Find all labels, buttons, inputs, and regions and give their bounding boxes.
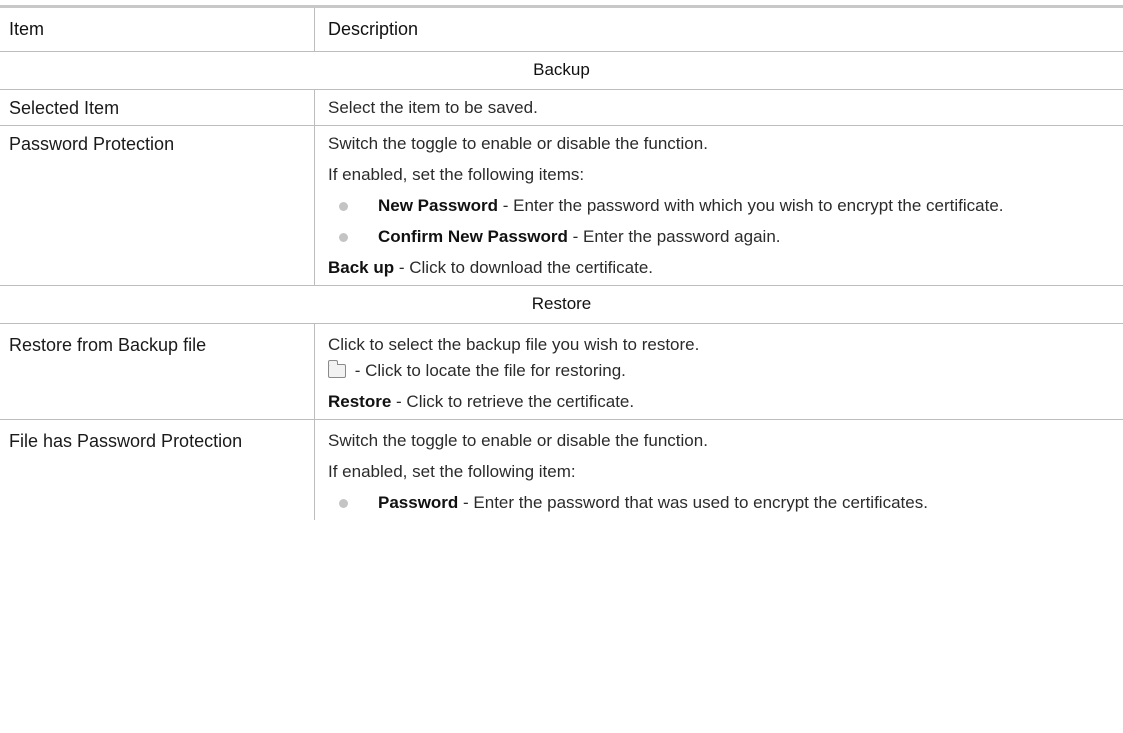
description-line: Back up - Click to download the certific… [328, 256, 1110, 280]
item-name: Selected Item [0, 90, 315, 125]
table-header-row: Item Description [0, 8, 1123, 52]
term-description: - Click to download the certificate. [394, 258, 654, 277]
item-description: Select the item to be saved. [315, 90, 1123, 125]
header-item: Item [0, 8, 315, 51]
bullet-icon [328, 194, 378, 218]
term-description: - Click to retrieve the certificate. [391, 392, 635, 411]
header-description: Description [328, 19, 419, 39]
term: Back up [328, 258, 395, 277]
term: Password [378, 493, 459, 512]
term: Confirm New Password [378, 227, 568, 246]
bullet-icon [328, 225, 378, 249]
description-line: - Click to locate the file for restoring… [327, 359, 1110, 383]
item-description: Click to select the backup file you wish… [315, 324, 1123, 419]
folder-icon [327, 360, 346, 378]
term-description: - Enter the password that was used to en… [458, 493, 928, 512]
description-line: Click to select the backup file you wish… [328, 335, 700, 354]
term-description: - Enter the password again. [567, 227, 781, 246]
item-name: Password Protection [0, 126, 315, 285]
term-description: - Click to locate the file for restoring… [350, 361, 626, 380]
term-description: - Enter the password with which you wish… [498, 196, 1004, 215]
item-description: Switch the toggle to enable or disable t… [315, 126, 1123, 285]
description-line: If enabled, set the following item: [328, 462, 576, 481]
description-line: If enabled, set the following items: [328, 165, 585, 184]
list-item: Confirm New Password - Enter the passwor… [328, 225, 1110, 249]
item-description: Switch the toggle to enable or disable t… [315, 420, 1123, 520]
item-name: File has Password Protection [0, 420, 315, 520]
table-row: File has Password Protection Switch the … [0, 420, 1123, 520]
description-line: Restore - Click to retrieve the certific… [328, 390, 1110, 414]
bullet-icon [328, 491, 378, 515]
table-row: Selected Item Select the item to be save… [0, 90, 1123, 126]
item-name: Restore from Backup file [0, 324, 315, 419]
term: Restore [328, 392, 392, 411]
section-header-backup: Backup [0, 52, 1123, 90]
settings-description-table: Item Description Backup Selected Item Se… [0, 5, 1123, 520]
description-line: Switch the toggle to enable or disable t… [328, 431, 708, 450]
table-row: Restore from Backup file Click to select… [0, 324, 1123, 420]
list-item: Password - Enter the password that was u… [328, 491, 1110, 515]
term: New Password [378, 196, 498, 215]
description-line: Select the item to be saved. [328, 98, 538, 117]
table-row: Password Protection Switch the toggle to… [0, 126, 1123, 286]
description-line: Switch the toggle to enable or disable t… [328, 134, 708, 153]
list-item: New Password - Enter the password with w… [328, 194, 1110, 218]
section-header-restore: Restore [0, 286, 1123, 324]
